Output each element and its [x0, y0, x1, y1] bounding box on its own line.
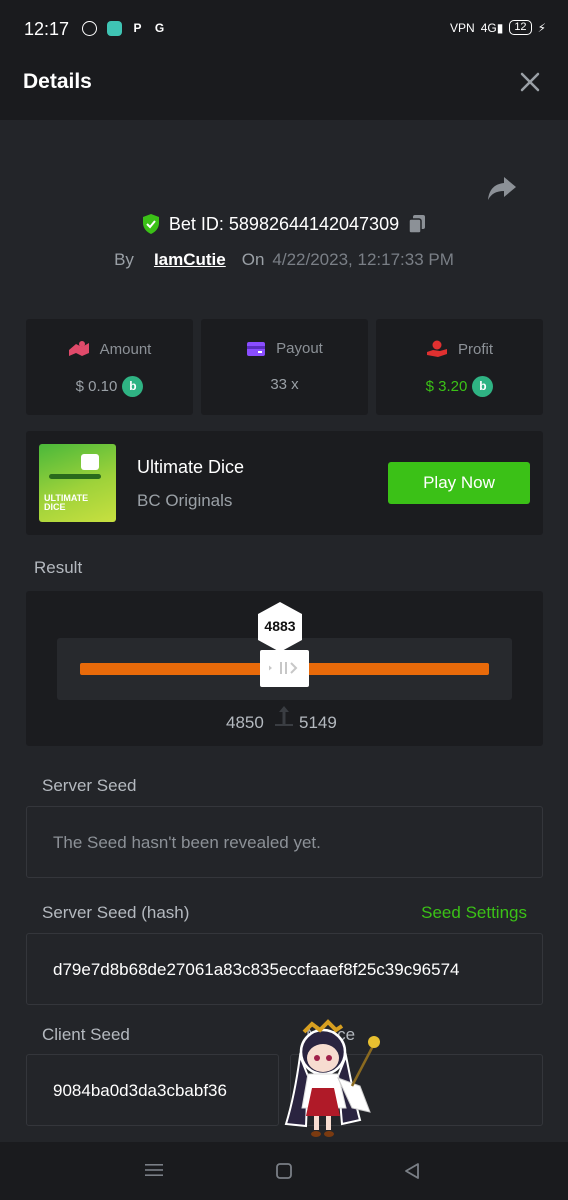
notification-icon: [82, 21, 97, 36]
recent-apps-icon[interactable]: [144, 1162, 164, 1178]
amount-icon: [68, 341, 89, 356]
game-name: Ultimate Dice: [137, 457, 245, 477]
status-right: VPN 4G▮ 12 ⚡: [450, 20, 546, 35]
result-roll: 4883: [264, 618, 296, 634]
range-arrow-icon: [275, 706, 293, 726]
page-title: Details: [23, 70, 92, 93]
server-seed-field[interactable]: The Seed hasn't been revealed yet.: [26, 806, 543, 878]
play-now-button[interactable]: Play Now: [388, 462, 530, 504]
server-hash-label: Server Seed (hash): [42, 903, 190, 922]
bet-id-row: Bet ID: 58982644142047309: [0, 213, 568, 235]
verified-shield-icon: [142, 214, 159, 234]
username-link[interactable]: IamCutie: [154, 250, 226, 270]
client-seed-field[interactable]: 9084ba0d3da3cbabf36: [26, 1054, 279, 1126]
battery-icon: 12: [509, 20, 532, 35]
by-row: By IamCutie On 4/22/2023, 12:17:33 PM: [0, 250, 568, 270]
payout-label: Payout: [276, 340, 323, 357]
server-seed-placeholder: The Seed hasn't been revealed yet.: [53, 833, 321, 852]
game-thumbnail[interactable]: ULTIMATE DICE: [39, 444, 116, 522]
profit-hand-icon: [426, 340, 447, 357]
close-icon[interactable]: [514, 66, 546, 98]
amount-value: $ 0.10: [75, 378, 118, 395]
app-icon: [107, 21, 122, 36]
range-high: 5149: [299, 713, 337, 732]
signal-icon: 4G▮: [480, 20, 504, 35]
drag-handle-icon: [269, 662, 298, 674]
client-seed-label: Client Seed: [42, 1025, 130, 1044]
back-icon[interactable]: [402, 1161, 422, 1181]
amount-label: Amount: [99, 340, 152, 358]
amount-card: Amount $ 0.10 b: [26, 319, 193, 415]
server-hash-field[interactable]: d79e7d8b68de27061a83c835eccfaaef8f25c39c…: [26, 933, 543, 1005]
thumb-text: ULTIMATE DICE: [44, 493, 89, 512]
coin-icon: b: [472, 376, 494, 397]
p-icon: P: [133, 21, 142, 35]
result-label: Result: [34, 558, 83, 577]
profit-value: $ 3.20: [425, 378, 468, 395]
vpn-icon: VPN: [450, 20, 475, 35]
client-seed-value: 9084ba0d3da3cbabf36: [53, 1081, 227, 1100]
game-provider: BC Originals: [137, 491, 233, 510]
copy-icon[interactable]: [407, 213, 427, 235]
system-nav-bar: [0, 1142, 568, 1200]
on-label: On: [241, 250, 265, 269]
home-icon[interactable]: [275, 1162, 293, 1180]
mascot-sticker-icon[interactable]: [276, 1016, 384, 1144]
thumb-slider-graphic: [49, 474, 101, 479]
share-icon[interactable]: [486, 174, 518, 202]
server-seed-label: Server Seed: [42, 776, 137, 795]
wallet-icon: [247, 341, 266, 356]
payout-card: Payout 33 x: [201, 319, 368, 415]
by-label: By: [114, 250, 134, 269]
bet-datetime: 4/22/2023, 12:17:33 PM: [272, 250, 454, 269]
bet-id: Bet ID: 58982644142047309: [168, 213, 400, 234]
slider-handle[interactable]: [260, 650, 309, 687]
coin-icon: b: [122, 376, 144, 397]
result-panel: 4883 4850 5149: [26, 591, 543, 746]
charging-icon: ⚡: [537, 20, 546, 35]
thumb-dice-icon: [81, 454, 99, 470]
seed-settings-link[interactable]: Seed Settings: [421, 903, 527, 923]
game-card: ULTIMATE DICE Ultimate Dice BC Originals…: [26, 431, 543, 535]
details-header: Details: [0, 44, 568, 120]
profit-label: Profit: [457, 340, 493, 358]
status-time: 12:17: [24, 19, 70, 39]
profit-card: Profit $ 3.20 b: [376, 319, 543, 415]
network-type: 4G: [480, 20, 497, 35]
payout-value: 33 x: [270, 376, 299, 393]
google-icon: G: [154, 21, 165, 35]
server-hash-value: d79e7d8b68de27061a83c835eccfaaef8f25c39c…: [53, 960, 460, 979]
status-bar: 12:17 P G VPN 4G▮ 12 ⚡: [0, 0, 568, 44]
range-low: 4850: [226, 713, 264, 732]
